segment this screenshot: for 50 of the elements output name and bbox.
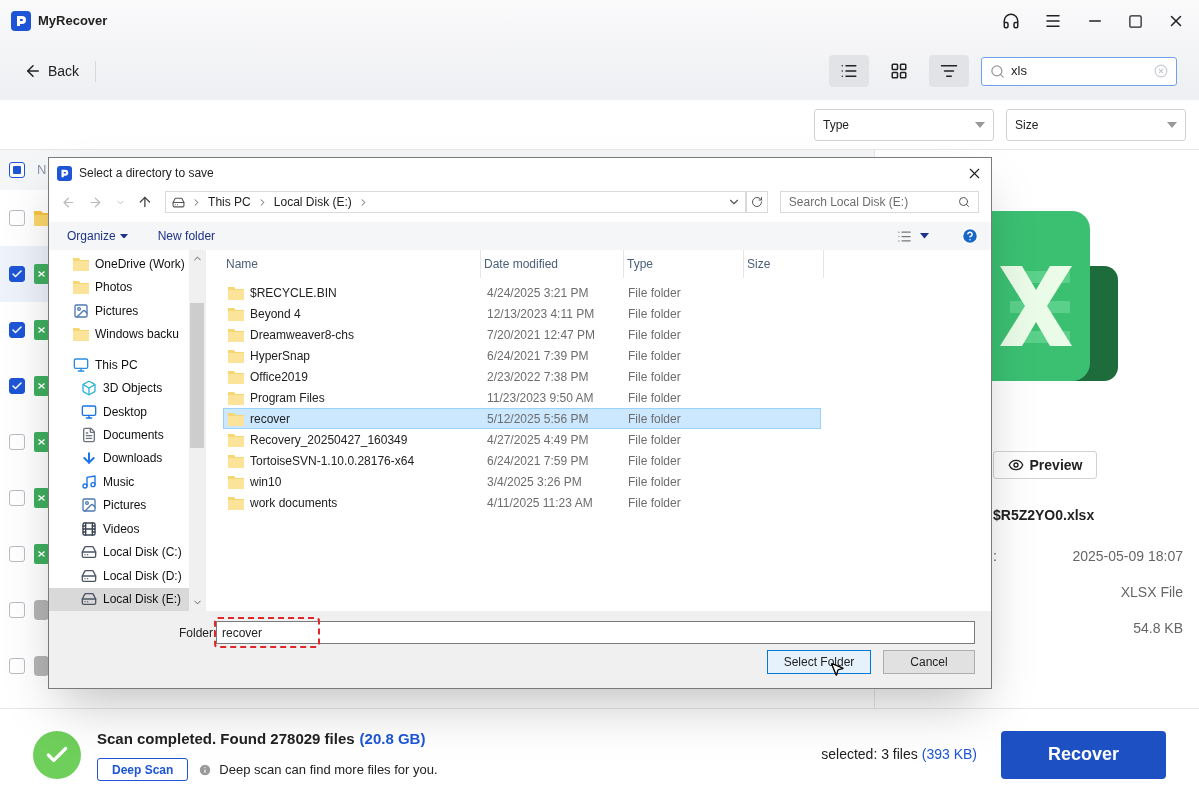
column-header: N: [37, 161, 47, 180]
date-modified: 6/24/2021 7:39 PM: [486, 347, 590, 365]
folder-name: HyperSnap: [250, 347, 311, 365]
search-text: xls: [1011, 62, 1028, 81]
date-modified: 12/13/2023 4:11 PM: [486, 305, 596, 323]
folder-name: Program Files: [250, 389, 325, 407]
detail-value: 2025-05-09 18:07: [1072, 546, 1183, 566]
detail-label: :: [993, 546, 997, 566]
item-type: File folder: [627, 473, 681, 491]
total-size: (20.8 GB): [359, 728, 426, 749]
app-title: MyRecover: [38, 12, 108, 31]
selection-size: (393 KB): [921, 745, 977, 764]
folder-name: Beyond 4: [250, 305, 301, 323]
item-type: File folder: [627, 284, 681, 302]
scan-summary: Scan completed. Found 278029 files: [97, 728, 355, 749]
item-type: File folder: [627, 347, 681, 365]
date-modified: 7/20/2021 12:47 PM: [486, 326, 597, 344]
item-type: File folder: [627, 452, 681, 470]
date-modified: 6/24/2021 7:59 PM: [486, 452, 590, 470]
folder-name: $RECYCLE.BIN: [250, 284, 337, 302]
date-modified: 3/4/2025 3:26 PM: [486, 473, 583, 491]
date-modified: 5/12/2025 5:56 PM: [486, 410, 590, 428]
dialog-title: Select a directory to save: [79, 165, 214, 182]
folder-name: win10: [250, 473, 282, 491]
item-type: File folder: [627, 431, 681, 449]
detail-value: XLSX File: [1120, 582, 1183, 602]
date-modified: 4/24/2025 3:21 PM: [486, 284, 590, 302]
folder-name: Recovery_20250427_160349: [250, 431, 408, 449]
item-type: File folder: [627, 368, 681, 386]
folder-name: Office2019: [250, 368, 308, 386]
item-type: File folder: [627, 389, 681, 407]
folder-name: work documents: [250, 494, 338, 512]
search-placeholder: Search Local Disk (E:): [788, 194, 910, 211]
folder-value: recover: [222, 624, 262, 642]
file-name: $R5Z2YO0.xlsx: [993, 506, 1096, 525]
date-modified: 11/23/2023 9:50 AM: [486, 389, 595, 407]
folder-name: Dreamweaver8-chs: [250, 326, 355, 344]
date-modified: 4/11/2025 11:23 AM: [486, 494, 594, 512]
date-modified: 4/27/2025 4:49 PM: [486, 431, 590, 449]
item-type: File folder: [627, 494, 681, 512]
selection-count: selected: 3 files: [821, 745, 918, 764]
item-type: File folder: [627, 326, 681, 344]
folder-label: Folder:: [179, 624, 216, 642]
item-type: File folder: [627, 410, 681, 428]
folder-name: TortoiseSVN-1.10.0.28176-x64: [250, 452, 415, 470]
item-type: File folder: [627, 305, 681, 323]
deep-scan-hint: Deep scan can find more files for you.: [219, 761, 438, 779]
detail-value: 54.8 KB: [1133, 618, 1183, 638]
date-modified: 2/23/2022 7:38 PM: [486, 368, 590, 386]
folder-name: recover: [250, 410, 290, 428]
